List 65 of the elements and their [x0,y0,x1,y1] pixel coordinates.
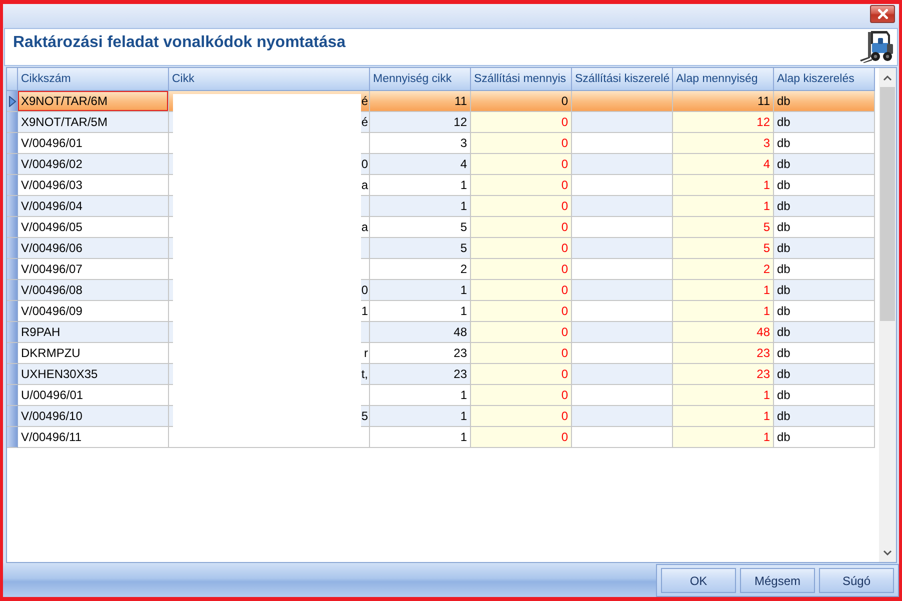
table-cell: 23 [673,343,774,364]
close-button[interactable] [870,5,895,23]
help-button[interactable]: Súgó [819,568,894,593]
text-fragment: 5 [361,409,368,423]
table-cell: 0 [471,406,572,427]
text-fragment: 1 [361,304,368,318]
table-cell: 23 [673,364,774,385]
table-cell: 0 [471,154,572,175]
table-cell: 1 [673,427,774,448]
table-cell: 1 [673,301,774,322]
ok-button[interactable]: OK [661,568,736,593]
table-cell: 5 [673,238,774,259]
table-cell: 1 [673,406,774,427]
table-cell: 0 [471,322,572,343]
column-header[interactable]: Alap mennyiség [673,68,774,90]
table-cell: V/00496/11 [18,427,169,448]
table-cell: 0 [471,112,572,133]
text-fragment: 0 [361,157,368,171]
table-cell: 3 [673,133,774,154]
text-fragment: 0 [361,283,368,297]
table-cell: 1 [673,280,774,301]
table-cell: 0 [471,196,572,217]
chevron-down-icon[interactable] [883,550,892,556]
scrollbar-thumb[interactable] [880,87,895,321]
table-cell: 0 [471,238,572,259]
table-cell: 4 [673,154,774,175]
text-fragment: r [364,346,368,360]
close-icon [878,9,888,19]
scrollbar[interactable] [879,68,896,562]
table-cell: 2 [673,259,774,280]
column-header[interactable]: Szállítási mennyis [471,68,572,90]
chevron-up-icon[interactable] [883,74,892,80]
table-cell: 0 [471,175,572,196]
table-cell: 0 [471,364,572,385]
table-cell: 1 [673,175,774,196]
column-header[interactable]: Szállítási kiszerelé [572,68,673,90]
text-fragment: a [361,178,368,192]
table-cell: 0 [471,217,572,238]
table-cell: X9NOT/TAR/6M [18,91,169,112]
table-cell: db [774,427,875,448]
column-header[interactable]: Alap kiszerelés [774,68,875,90]
table-cell: 0 [471,133,572,154]
column-header[interactable]: Mennyiség cikk [370,68,471,90]
text-fragment: t, [361,367,368,381]
table-cell: 0 [471,343,572,364]
forklift-icon [860,29,894,63]
text-fragment: a [361,220,368,234]
table-cell: 0 [471,301,572,322]
table-cell: 5 [673,217,774,238]
table-cell: 12 [673,112,774,133]
table-cell: 0 [471,427,572,448]
dialog-title: Raktározási feladat vonalkódok nyomtatása [13,34,346,52]
column-header[interactable]: Cikk [169,68,370,90]
text-fragment: é [361,115,368,129]
cancel-button[interactable]: Mégsem [740,568,815,593]
table-cell: 1 [673,385,774,406]
row-pointer-icon [8,96,16,106]
table-cell: 0 [471,385,572,406]
column-header[interactable]: Cikkszám [18,68,169,90]
table-cell: 1 [673,196,774,217]
table-cell: 48 [673,322,774,343]
table-cell: 0 [471,280,572,301]
table-cell: 0 [471,259,572,280]
text-fragment: é [361,94,368,108]
row-header[interactable] [7,91,18,112]
